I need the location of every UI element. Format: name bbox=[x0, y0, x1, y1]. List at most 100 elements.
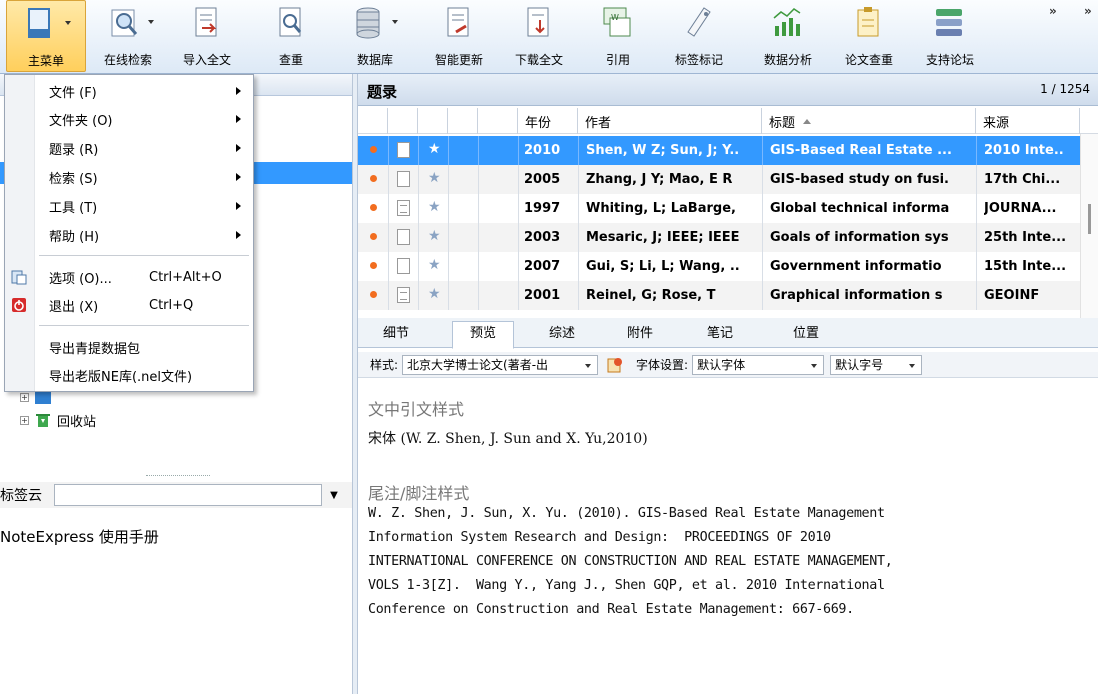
main-menu-label: 主菜单 bbox=[27, 54, 64, 68]
menu-item-label: 导出老版NE库(.nel文件) bbox=[49, 369, 193, 385]
menu-item-export-qingti[interactable]: 导出青提数据包 bbox=[5, 333, 253, 361]
cell-source: 15th Inte... bbox=[984, 259, 1067, 274]
download-fulltext-button[interactable]: 下载全文 bbox=[504, 0, 574, 72]
star-icon[interactable]: ★ bbox=[428, 228, 441, 244]
column-divider bbox=[478, 281, 479, 310]
cell-author: Gui, S; Li, L; Wang, .. bbox=[586, 259, 740, 274]
cite-button[interactable]: W 引用 bbox=[588, 0, 648, 72]
database-button[interactable]: 数据库 bbox=[342, 0, 408, 72]
tab-preview[interactable]: 预览 bbox=[452, 321, 514, 349]
column-header-label: 年份 bbox=[525, 115, 552, 131]
tab-attachments[interactable]: 附件 bbox=[614, 324, 666, 348]
cite-label: 引用 bbox=[605, 53, 630, 67]
table-row[interactable]: ★ 2010 Shen, W Z; Sun, J; Y.. GIS-Based Rea… bbox=[358, 136, 1080, 165]
tab-location[interactable]: 位置 bbox=[780, 324, 832, 348]
font-size-select[interactable]: 默认字号 bbox=[830, 354, 923, 375]
column-header-attachment[interactable] bbox=[388, 108, 418, 134]
import-fulltext-button[interactable]: 导入全文 bbox=[172, 0, 242, 72]
column-header-title[interactable]: 标题 bbox=[762, 108, 976, 134]
user-manual-link[interactable]: NoteExpress 使用手册 bbox=[0, 526, 159, 547]
tag-mark-button[interactable]: 标签标记 bbox=[664, 0, 734, 72]
column-divider bbox=[448, 194, 449, 223]
document-icon bbox=[397, 229, 410, 245]
column-divider bbox=[388, 223, 389, 252]
cell-title: GIS-based study on fusi. bbox=[770, 172, 949, 187]
table-row[interactable]: ★ 2007 Gui, S; Li, L; Wang, .. Government i… bbox=[358, 252, 1080, 281]
records-scrollbar[interactable] bbox=[1080, 134, 1098, 318]
menu-item-file[interactable]: 文件 (F) bbox=[5, 77, 253, 105]
data-analysis-button[interactable]: 数据分析 bbox=[752, 0, 824, 72]
unread-dot-icon bbox=[370, 175, 377, 182]
chevron-down-icon[interactable]: ▼ bbox=[322, 490, 346, 501]
expander-icon[interactable]: + bbox=[20, 415, 29, 425]
cell-year: 2003 bbox=[524, 230, 561, 245]
more-toolbar-button-2[interactable]: » bbox=[1084, 4, 1092, 18]
menu-item-search[interactable]: 检索 (S) bbox=[5, 163, 253, 191]
main-menu-button[interactable]: 主菜单 bbox=[6, 0, 86, 72]
expander-icon[interactable]: + bbox=[20, 392, 29, 402]
star-icon[interactable]: ★ bbox=[428, 170, 441, 186]
style-manager-icon[interactable] bbox=[606, 356, 624, 374]
column-divider bbox=[388, 194, 389, 223]
forum-button[interactable]: 支持论坛 bbox=[914, 0, 986, 72]
column-header-star[interactable] bbox=[418, 108, 448, 134]
column-divider bbox=[578, 194, 579, 223]
menu-item-records[interactable]: 题录 (R) bbox=[5, 134, 253, 162]
column-divider bbox=[578, 165, 579, 194]
column-divider bbox=[518, 165, 519, 194]
menu-item-options[interactable]: 选项 (O)... Ctrl+Alt+O bbox=[5, 263, 253, 291]
font-select[interactable]: 默认字体 bbox=[692, 354, 825, 375]
column-header-source[interactable]: 来源 bbox=[976, 108, 1080, 134]
column-divider bbox=[762, 165, 763, 194]
column-header-author[interactable]: 作者 bbox=[578, 108, 762, 134]
column-header-blank[interactable] bbox=[448, 108, 478, 134]
tab-notes[interactable]: 笔记 bbox=[694, 324, 746, 348]
table-row[interactable]: ★ 1997 Whiting, L; LaBarge, Global technica… bbox=[358, 194, 1080, 223]
menu-item-help[interactable]: 帮助 (H) bbox=[5, 221, 253, 249]
menu-item-tools[interactable]: 工具 (T) bbox=[5, 192, 253, 220]
column-divider bbox=[762, 136, 763, 165]
paper-check-button[interactable]: 论文查重 bbox=[834, 0, 904, 72]
menu-item-folder[interactable]: 文件夹 (O) bbox=[5, 105, 253, 133]
column-divider bbox=[478, 223, 479, 252]
menu-item-export-nel[interactable]: 导出老版NE库(.nel文件) bbox=[5, 361, 253, 389]
tree-item-recycle-bin[interactable]: + 回收站 bbox=[20, 410, 96, 430]
scrollbar-thumb[interactable] bbox=[1088, 204, 1091, 234]
online-search-button[interactable]: 在线检索 bbox=[92, 0, 164, 72]
import-fulltext-icon bbox=[195, 7, 217, 37]
tag-cloud-input[interactable] bbox=[54, 484, 322, 506]
star-icon[interactable]: ★ bbox=[428, 257, 441, 273]
column-header-dot[interactable] bbox=[358, 108, 388, 134]
star-icon[interactable]: ★ bbox=[428, 141, 441, 157]
cell-title: GIS-Based Real Estate ... bbox=[770, 143, 952, 158]
column-header-year[interactable]: 年份 bbox=[518, 108, 578, 134]
cell-source: GEOINF bbox=[984, 288, 1040, 303]
font-settings-label: 字体设置: bbox=[636, 358, 689, 372]
sort-ascending-icon bbox=[803, 118, 812, 124]
column-header-row: 年份 作者 标题 来源 bbox=[358, 108, 1098, 134]
column-divider bbox=[518, 223, 519, 252]
column-divider bbox=[518, 252, 519, 281]
star-icon[interactable]: ★ bbox=[428, 286, 441, 302]
pane-splitter[interactable] bbox=[0, 472, 352, 480]
menu-item-exit[interactable]: 退出 (X) Ctrl+Q bbox=[5, 291, 253, 319]
citation-style-select[interactable]: 北京大学博士论文(著者-出 bbox=[402, 354, 599, 375]
cell-year: 2007 bbox=[524, 259, 561, 274]
cell-year: 1997 bbox=[524, 201, 561, 216]
smart-update-button[interactable]: 智能更新 bbox=[424, 0, 494, 72]
more-toolbar-button[interactable]: » bbox=[1049, 4, 1057, 18]
star-icon[interactable]: ★ bbox=[428, 199, 441, 215]
tab-summary[interactable]: 综述 bbox=[536, 324, 588, 348]
folder-icon bbox=[35, 392, 51, 404]
column-divider bbox=[448, 136, 449, 165]
tab-details[interactable]: 细节 bbox=[370, 324, 422, 348]
paper-check-label: 论文查重 bbox=[844, 53, 893, 67]
recycle-bin-label: 回收站 bbox=[57, 414, 97, 430]
menu-item-label: 文件夹 (O) bbox=[49, 113, 113, 129]
chevron-down-icon bbox=[585, 363, 592, 368]
column-header-blank-2[interactable] bbox=[478, 108, 518, 134]
table-row[interactable]: ★ 2005 Zhang, J Y; Mao, E R GIS-based study… bbox=[358, 165, 1080, 194]
table-row[interactable]: ★ 2003 Mesaric, J; IEEE; IEEE Goals of info… bbox=[358, 223, 1080, 252]
duplicate-check-button[interactable]: 查重 bbox=[258, 0, 324, 72]
table-row[interactable]: ★ 2001 Reinel, G; Rose, T Graphical informa… bbox=[358, 281, 1080, 310]
